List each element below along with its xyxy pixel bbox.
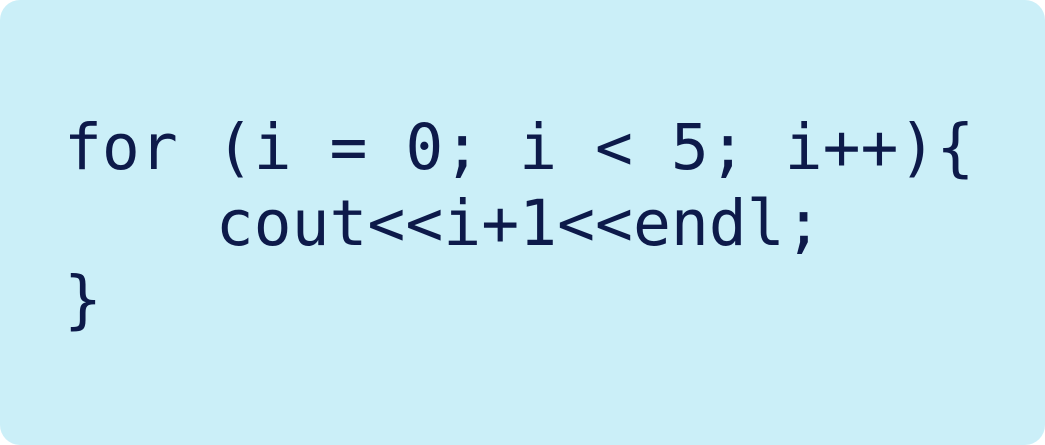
code-line-3: } [64, 263, 102, 336]
code-card: for (i = 0; i < 5; i++){ cout<<i+1<<endl… [0, 0, 1045, 445]
code-snippet: for (i = 0; i < 5; i++){ cout<<i+1<<endl… [64, 110, 974, 338]
code-line-1: for (i = 0; i < 5; i++){ [64, 111, 975, 184]
code-line-2: cout<<i+1<<endl; [64, 187, 823, 260]
